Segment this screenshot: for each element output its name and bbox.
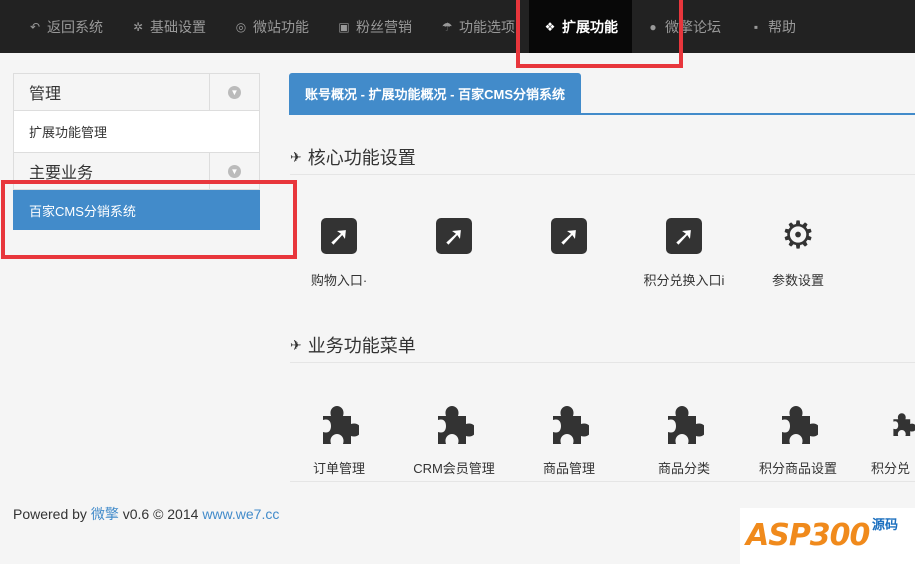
puzzle-icon [782, 406, 818, 444]
plane-icon: ✈ [290, 148, 302, 165]
footer-prefix: Powered by [13, 506, 87, 522]
tile-label: CRM会员管理 [413, 461, 495, 476]
footer-link[interactable]: www.we7.cc [202, 506, 279, 522]
gift-icon: ▣ [338, 19, 350, 34]
tile-label: 商品管理 [542, 461, 595, 476]
biz-tile-products[interactable]: 商品管理 [519, 404, 619, 477]
chevron-down-icon: ▼ [228, 164, 241, 178]
business-section-title: ✈ 业务功能菜单 [290, 332, 416, 358]
tile-label: 商品分类 [657, 461, 710, 476]
nav-label: 微站功能 [253, 18, 309, 35]
puzzle-icon [553, 406, 589, 444]
nav-item-options[interactable]: ☂ 功能选项 [426, 0, 529, 53]
core-section-title: ✈ 核心功能设置 [290, 144, 416, 170]
external-link-icon: ➚ [436, 218, 472, 254]
gear-icon: ✲ [132, 19, 144, 34]
umbrella-icon: ☂ [441, 19, 453, 34]
biz-tile-points-goods[interactable]: 积分商品设置 [748, 404, 848, 477]
footer-divider [290, 481, 915, 482]
reply-icon: ↶ [29, 19, 41, 34]
core-tile-settings[interactable]: ⚙ 参数设置 [748, 216, 848, 289]
breadcrumb: 账号概况 - 扩展功能概况 - 百家CMS分销系统 [289, 73, 581, 114]
nav-item-help[interactable]: ▪ 帮助 [735, 0, 810, 53]
core-tile-2[interactable]: ➚ [404, 216, 504, 270]
lifebuoy-icon: ◎ [235, 19, 247, 34]
puzzle-icon [893, 413, 915, 436]
biz-tile-categories[interactable]: 商品分类 [634, 404, 734, 477]
sidebar-item-extension-manage[interactable]: 扩展功能管理 [13, 111, 260, 152]
section-title-text: 核心功能设置 [307, 148, 416, 168]
core-tile-points-entry[interactable]: ➚ 积分兑换入口i [634, 216, 734, 289]
watermark-text: ASP300 [746, 518, 870, 553]
core-tile-shop-entry[interactable]: ➚ 购物入口· [289, 216, 389, 289]
top-nav: ↶ 返回系统 ✲ 基础设置 ◎ 微站功能 ▣ 粉丝营销 ☂ 功能选项 ❖ 扩展功能 ● 微擎论… [0, 0, 915, 53]
highlight-box-sidebar [1, 180, 297, 259]
collapse-toggle[interactable]: ▼ [209, 74, 259, 110]
nav-item-basic-settings[interactable]: ✲ 基础设置 [117, 0, 220, 53]
external-link-icon: ➚ [321, 218, 357, 254]
tile-label: 订单管理 [312, 461, 365, 476]
core-tile-3[interactable]: ➚ [519, 216, 619, 270]
watermark-sub: 源码 [872, 517, 899, 532]
nav-label: 基础设置 [150, 18, 206, 35]
plane-icon: ✈ [290, 336, 302, 353]
watermark-logo: ASP300 源码 [740, 508, 915, 564]
tile-label: 购物入口· [310, 273, 368, 288]
highlight-box-extensions [516, 0, 683, 68]
biz-tile-crm[interactable]: CRM会员管理 [404, 404, 504, 477]
tile-label: 参数设置 [771, 273, 824, 288]
puzzle-icon [668, 406, 704, 444]
external-link-icon: ➚ [551, 218, 587, 254]
nav-label: 返回系统 [47, 18, 103, 35]
tile-label: 积分商品设置 [758, 461, 837, 476]
biz-tile-points-exchange[interactable]: 积分兑 [863, 404, 915, 477]
chevron-down-icon: ▼ [228, 85, 241, 99]
external-link-icon: ➚ [666, 218, 702, 254]
sidebar-group-title: 管理 [29, 86, 62, 103]
nav-label: 帮助 [768, 18, 796, 35]
footer-version: v0.6 © 2014 [122, 506, 199, 522]
footer: Powered by 微擎 v0.6 © 2014 www.we7.cc [13, 504, 279, 524]
nav-label: 粉丝营销 [356, 18, 412, 35]
puzzle-icon [438, 406, 474, 444]
gear-icon: ⚙ [780, 215, 816, 257]
section-divider [290, 174, 915, 175]
nav-item-fans-marketing[interactable]: ▣ 粉丝营销 [323, 0, 426, 53]
sidebar-group-manage[interactable]: 管理 ▼ [13, 73, 260, 111]
section-title-text: 业务功能菜单 [307, 336, 416, 356]
tile-label: 积分兑换入口i [643, 273, 725, 288]
nav-label: 功能选项 [459, 18, 515, 35]
briefcase-icon: ▪ [753, 19, 759, 34]
section-divider [290, 362, 915, 363]
nav-item-return[interactable]: ↶ 返回系统 [0, 0, 117, 53]
footer-brand[interactable]: 微擎 [91, 506, 119, 522]
breadcrumb-underline [289, 113, 915, 115]
nav-item-microsite[interactable]: ◎ 微站功能 [220, 0, 323, 53]
puzzle-icon [323, 406, 359, 444]
tile-label: 积分兑 [871, 461, 911, 476]
biz-tile-orders[interactable]: 订单管理 [289, 404, 389, 477]
